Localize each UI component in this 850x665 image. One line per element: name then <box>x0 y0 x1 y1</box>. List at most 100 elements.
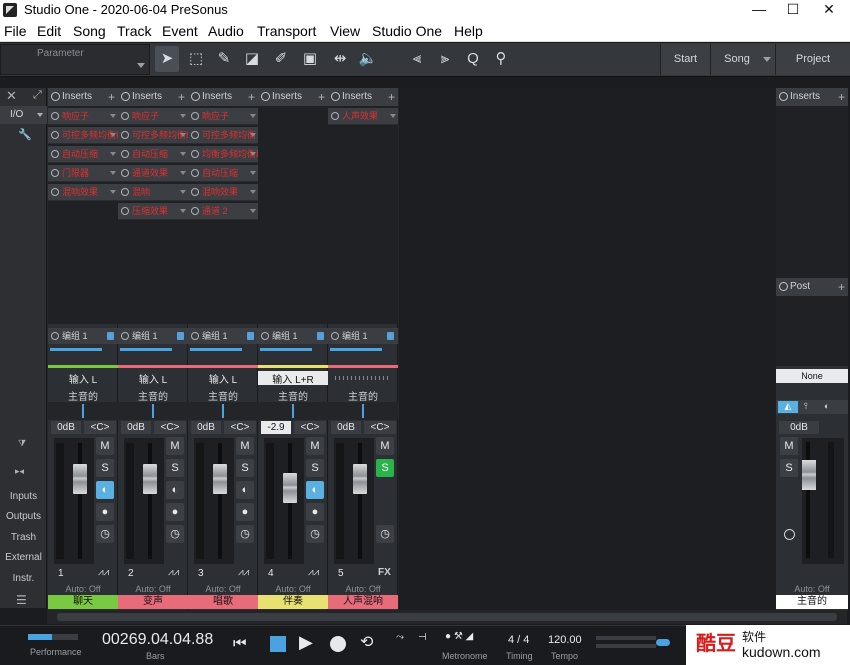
chevron-down-icon[interactable] <box>250 209 256 213</box>
input-selector[interactable]: 输入 L <box>48 371 118 386</box>
narrow-icon[interactable]: ▸◂ <box>15 466 24 477</box>
power-icon[interactable] <box>51 92 60 101</box>
menu-edit[interactable]: Edit <box>37 23 61 39</box>
song-nav-button[interactable]: Song <box>710 44 775 75</box>
inserts-header[interactable]: Inserts + <box>188 88 258 106</box>
chevron-down-icon[interactable] <box>250 114 256 118</box>
output-selector[interactable]: 主音的 <box>48 388 118 403</box>
clock-icon[interactable]: ◷ <box>376 525 394 543</box>
menu-file[interactable]: File <box>4 23 27 39</box>
stereo-icon[interactable]: ◭ <box>778 401 798 413</box>
solo-button[interactable]: S <box>306 459 324 477</box>
volume-readout[interactable]: -2.9 <box>261 421 291 434</box>
power-icon[interactable] <box>191 332 199 340</box>
power-icon[interactable] <box>191 169 199 177</box>
insert-slot[interactable]: 人声效果 <box>328 108 398 125</box>
insert-slot[interactable]: 自动压缩 <box>188 165 258 182</box>
fader-cap[interactable] <box>283 473 297 504</box>
input-selector[interactable]: 输入 L <box>118 371 188 386</box>
lock-icon[interactable] <box>177 332 184 340</box>
paint-tool-icon[interactable]: ✐ <box>269 46 293 72</box>
insert-slot[interactable]: 混响 <box>118 184 188 201</box>
insert-slot[interactable]: 响应子 <box>188 108 258 125</box>
send-slot[interactable]: 编组 1 <box>188 328 258 344</box>
insert-slot[interactable]: 通道效果 <box>118 165 188 182</box>
menu-event[interactable]: Event <box>162 23 198 39</box>
solo-button[interactable]: S <box>96 459 114 477</box>
chevron-down-icon[interactable] <box>180 152 186 156</box>
tempo-value[interactable]: 120.00 <box>548 634 582 646</box>
clock-icon[interactable]: ◷ <box>306 525 324 543</box>
insert-slot[interactable]: 混响效果 <box>188 184 258 201</box>
insert-slot[interactable]: 可控多频均衡EQ <box>118 127 188 144</box>
fader-cap[interactable] <box>143 463 157 494</box>
power-icon[interactable] <box>121 169 129 177</box>
chevron-down-icon[interactable] <box>110 114 116 118</box>
add-icon[interactable]: + <box>388 88 395 106</box>
pan-readout[interactable]: <C> <box>154 421 186 434</box>
sidebar-instr[interactable]: Instr. <box>0 573 47 584</box>
close-icon[interactable]: ✕ <box>6 88 17 104</box>
master-post-header[interactable]: Post + <box>776 278 848 296</box>
insert-slot[interactable]: 均衡多频均衡EQ <box>188 146 258 163</box>
link-icon[interactable]: ◐ <box>824 401 829 411</box>
channel-name[interactable]: 聊天 <box>48 595 118 609</box>
monitor-icon[interactable]: ◐ <box>96 481 114 499</box>
power-icon[interactable] <box>191 112 199 120</box>
power-icon[interactable] <box>51 112 59 120</box>
chevron-down-icon[interactable] <box>763 57 771 62</box>
loop-icon[interactable]: ⟲ <box>360 632 373 652</box>
insert-slot[interactable]: 响应子 <box>48 108 118 125</box>
output-selector[interactable]: 主音的 <box>188 388 258 403</box>
time-signature[interactable]: 4 / 4 <box>508 634 529 646</box>
autopunch-icon[interactable]: ⤳ <box>396 632 404 643</box>
channel-name[interactable]: 伴奏 <box>258 595 328 609</box>
insert-slot[interactable]: 压缩效果 <box>118 203 188 220</box>
channel-name[interactable]: 人声混响 <box>328 595 398 609</box>
start-nav-button[interactable]: Start <box>660 44 710 75</box>
record-arm-icon[interactable]: ● <box>96 503 114 521</box>
master-inserts-header[interactable]: Inserts + <box>776 88 848 106</box>
power-icon[interactable] <box>331 332 339 340</box>
chevron-down-icon[interactable] <box>110 152 116 156</box>
insert-slot[interactable]: 混响效果 <box>48 184 118 201</box>
split-tool-icon[interactable]: ✎ <box>212 46 236 72</box>
play-button[interactable]: ▶ <box>299 632 313 653</box>
add-icon[interactable]: + <box>248 88 255 106</box>
chevron-down-icon[interactable] <box>137 63 145 68</box>
chevron-down-icon[interactable] <box>110 133 116 137</box>
send-level-bar[interactable] <box>120 348 172 351</box>
listen-tool-icon[interactable]: 🔈 <box>356 46 380 72</box>
solo-button[interactable]: S <box>166 459 184 477</box>
project-nav-button[interactable]: Project <box>775 44 850 75</box>
lock-icon[interactable] <box>317 332 324 340</box>
monitor-icon[interactable]: ◐ <box>306 481 324 499</box>
automation-mode[interactable]: Auto: Off <box>48 584 118 594</box>
sidebar-external[interactable]: External <box>0 552 47 563</box>
insert-slot[interactable]: 可控多频均衡 <box>188 127 258 144</box>
pan-readout[interactable]: <C> <box>84 421 116 434</box>
power-icon[interactable] <box>331 112 339 120</box>
inserts-header[interactable]: Inserts + <box>118 88 188 106</box>
menu-audio[interactable]: Audio <box>208 23 244 39</box>
send-level-bar[interactable] <box>190 348 242 351</box>
power-icon[interactable] <box>779 92 788 101</box>
power-icon[interactable] <box>51 188 59 196</box>
bend-tool-icon[interactable]: ⇹ <box>328 46 352 72</box>
monitor-icon[interactable]: ◐ <box>166 481 184 499</box>
input-selector[interactable]: 输入 L+R <box>258 371 328 386</box>
automation-mode[interactable]: Auto: Off <box>188 584 258 594</box>
channel-name[interactable]: 变声 <box>118 595 188 609</box>
master-input[interactable]: None <box>776 369 848 383</box>
sidebar-outputs[interactable]: Outputs <box>0 511 47 522</box>
automation-mode[interactable]: Auto: Off <box>328 584 398 594</box>
chevron-down-icon[interactable] <box>180 171 186 175</box>
sidebar-inputs[interactable]: Inputs <box>0 491 47 502</box>
chevron-down-icon[interactable] <box>390 114 396 118</box>
maximize-button[interactable]: ☐ <box>776 0 810 20</box>
chevron-down-icon[interactable] <box>180 133 186 137</box>
output-selector[interactable]: 主音的 <box>328 388 398 403</box>
parameter-box[interactable]: Parameter <box>0 44 150 75</box>
send-slot[interactable]: 编组 1 <box>328 328 398 344</box>
monitor-icon[interactable]: ◐ <box>236 481 254 499</box>
